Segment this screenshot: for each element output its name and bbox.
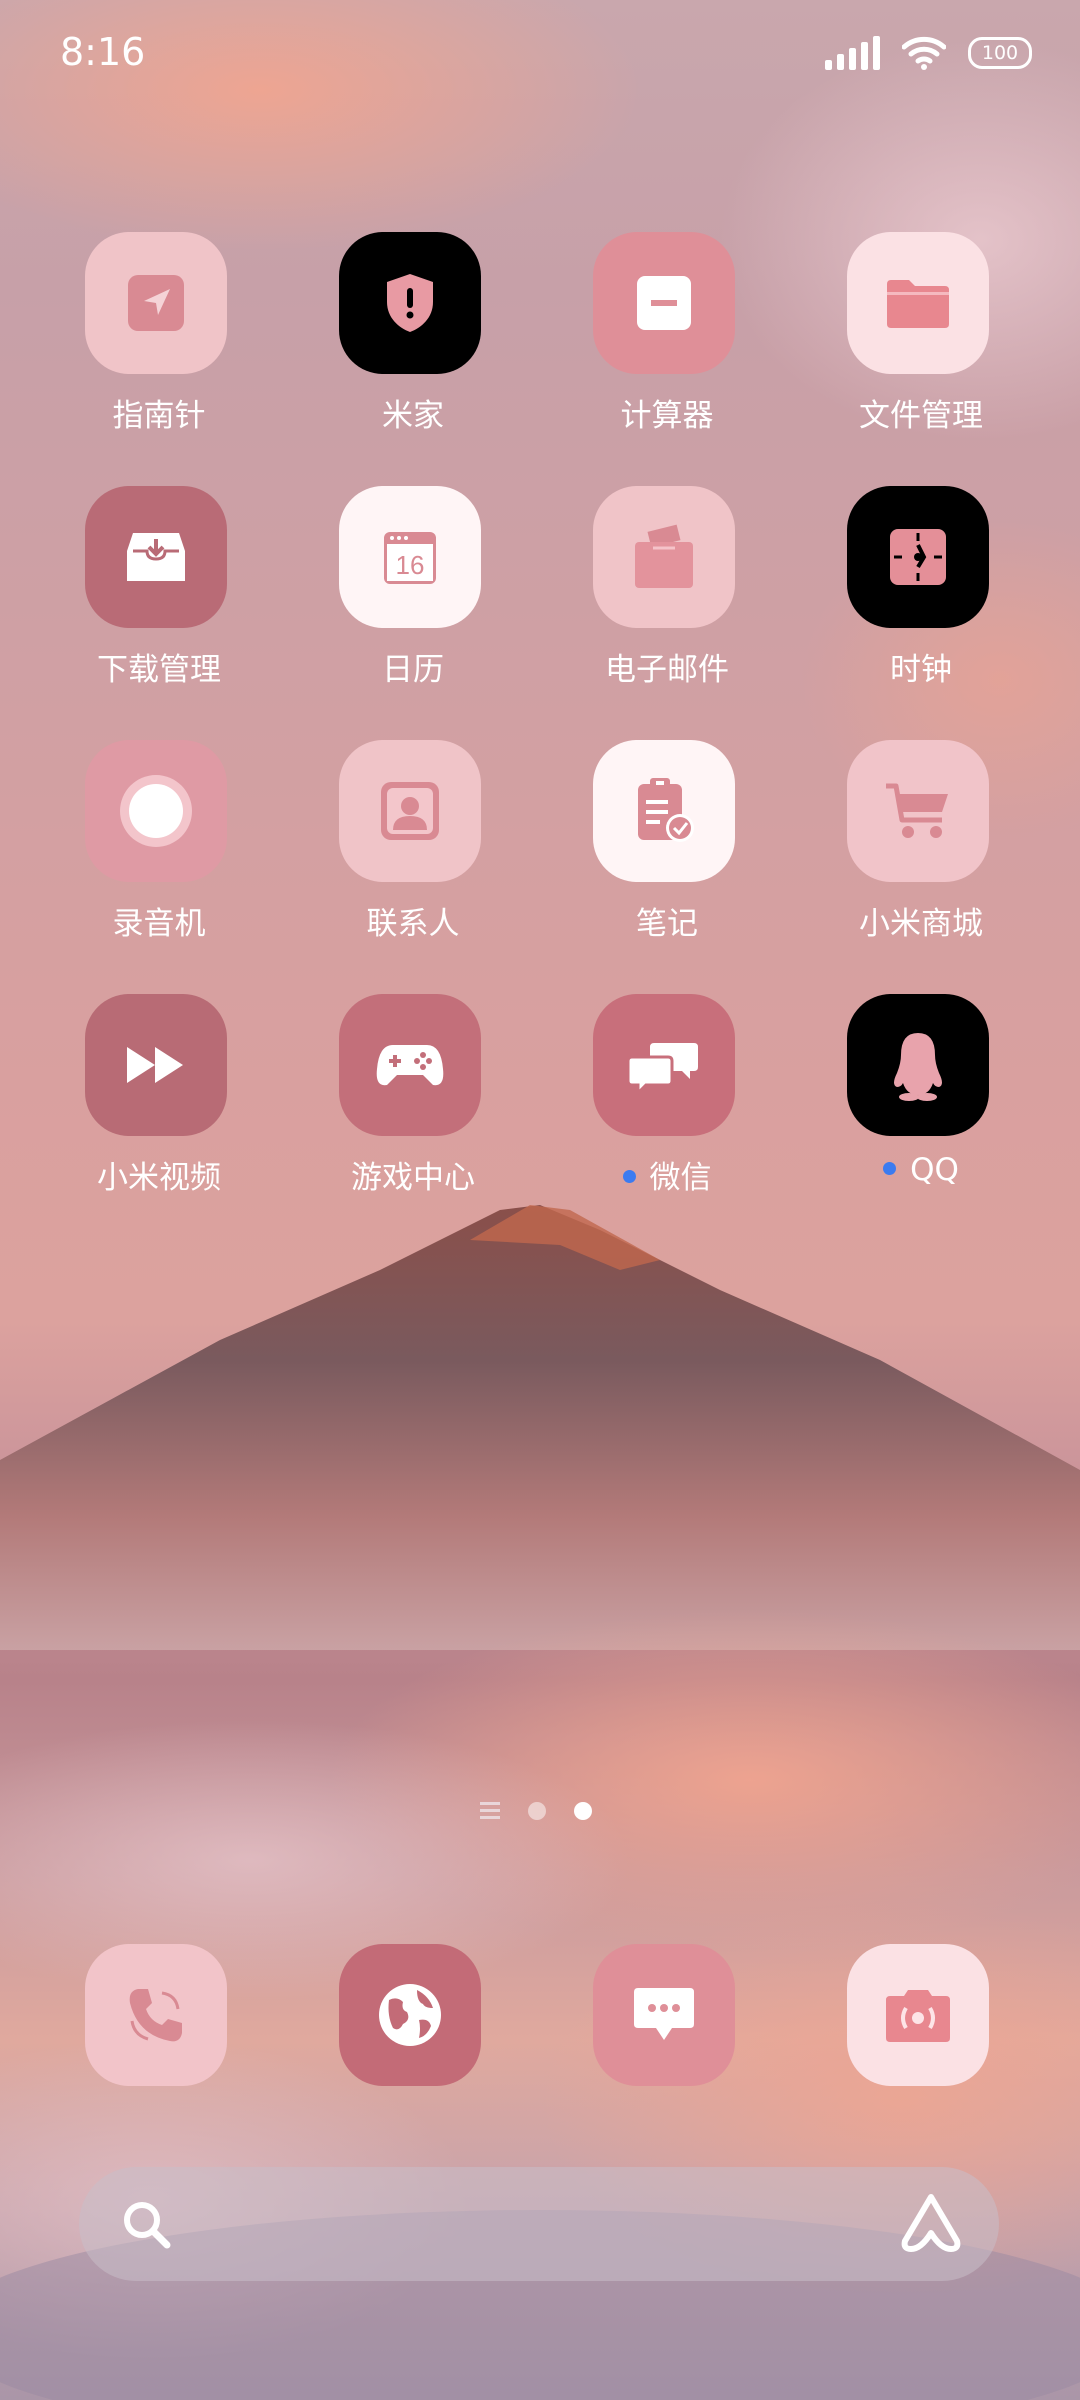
page-list-icon bbox=[480, 1802, 500, 1819]
app-notes[interactable]: 笔记 bbox=[540, 740, 794, 960]
recorder-icon[interactable] bbox=[85, 740, 227, 882]
app-mi-store[interactable]: 小米商城 bbox=[794, 740, 1048, 960]
calendar-date: 16 bbox=[396, 550, 425, 580]
status-icons: 100 bbox=[825, 36, 1032, 70]
app-calculator[interactable]: 计算器 bbox=[540, 232, 794, 452]
compass-icon[interactable] bbox=[85, 232, 227, 374]
dock bbox=[0, 1944, 1080, 2086]
app-label: 微信 bbox=[540, 1152, 794, 1197]
dock-browser[interactable] bbox=[286, 1944, 540, 2164]
wifi-icon bbox=[902, 36, 946, 70]
signal-icon bbox=[825, 36, 880, 70]
app-email[interactable]: 电子邮件 bbox=[540, 486, 794, 706]
calendar-icon[interactable]: 16 bbox=[339, 486, 481, 628]
app-contacts[interactable]: 联系人 bbox=[286, 740, 540, 960]
app-label: 录音机 bbox=[112, 906, 206, 942]
app-downloads[interactable]: 下载管理 bbox=[32, 486, 286, 706]
camera-icon[interactable] bbox=[847, 1944, 989, 2086]
battery-indicator: 100 bbox=[968, 37, 1032, 69]
cart-icon[interactable] bbox=[847, 740, 989, 882]
new-badge-dot bbox=[883, 1162, 897, 1175]
app-label: 电子邮件 bbox=[605, 652, 729, 688]
app-label: 日历 bbox=[382, 652, 444, 688]
dock-camera[interactable] bbox=[794, 1944, 1048, 2164]
app-wechat[interactable]: 微信 bbox=[540, 994, 794, 1214]
fast-forward-icon[interactable] bbox=[85, 994, 227, 1136]
app-qq[interactable]: QQ bbox=[794, 994, 1048, 1214]
chat-bubbles-icon[interactable] bbox=[593, 994, 735, 1136]
search-icon[interactable] bbox=[121, 2199, 173, 2251]
contact-icon[interactable] bbox=[339, 740, 481, 882]
page-dot-1[interactable] bbox=[528, 1802, 546, 1820]
mail-bag-icon[interactable] bbox=[593, 486, 735, 628]
app-label: 游戏中心 bbox=[351, 1160, 475, 1196]
app-label: 联系人 bbox=[366, 906, 460, 942]
clock-icon[interactable] bbox=[847, 486, 989, 628]
app-recorder[interactable]: 录音机 bbox=[32, 740, 286, 960]
phone-icon[interactable] bbox=[85, 1944, 227, 2086]
calculator-icon[interactable] bbox=[593, 232, 735, 374]
app-files[interactable]: 文件管理 bbox=[794, 232, 1048, 452]
shield-alert-icon[interactable] bbox=[339, 232, 481, 374]
app-clock[interactable]: 时钟 bbox=[794, 486, 1048, 706]
app-label: QQ bbox=[794, 1152, 1048, 1188]
app-label: 下载管理 bbox=[97, 652, 221, 688]
app-label: 文件管理 bbox=[859, 398, 983, 434]
status-time: 8:16 bbox=[60, 30, 146, 74]
new-badge-dot bbox=[622, 1170, 636, 1183]
page-indicator[interactable] bbox=[480, 1796, 600, 1826]
app-label: 小米视频 bbox=[97, 1160, 221, 1196]
app-label: 笔记 bbox=[636, 906, 698, 942]
penguin-icon[interactable] bbox=[847, 994, 989, 1136]
search-bar[interactable] bbox=[79, 2167, 999, 2281]
download-box-icon[interactable] bbox=[85, 486, 227, 628]
app-calendar[interactable]: 16 日历 bbox=[286, 486, 540, 706]
dock-messages[interactable] bbox=[540, 1944, 794, 2164]
folder-icon[interactable] bbox=[847, 232, 989, 374]
page-dot-2-active[interactable] bbox=[574, 1802, 592, 1820]
notes-icon[interactable] bbox=[593, 740, 735, 882]
app-mi-video[interactable]: 小米视频 bbox=[32, 994, 286, 1214]
globe-icon[interactable] bbox=[339, 1944, 481, 2086]
app-label: 计算器 bbox=[620, 398, 714, 434]
app-label: 米家 bbox=[382, 398, 444, 434]
app-label: 小米商城 bbox=[859, 906, 983, 942]
app-compass[interactable]: 指南针 bbox=[32, 232, 286, 452]
assistant-icon[interactable] bbox=[899, 2193, 963, 2253]
status-bar: 8:16 100 bbox=[0, 0, 1080, 110]
app-mijia[interactable]: 米家 bbox=[286, 232, 540, 452]
message-icon[interactable] bbox=[593, 1944, 735, 2086]
dock-phone[interactable] bbox=[32, 1944, 286, 2164]
app-label: 指南针 bbox=[112, 398, 206, 434]
gamepad-icon[interactable] bbox=[339, 994, 481, 1136]
app-game-center[interactable]: 游戏中心 bbox=[286, 994, 540, 1214]
app-label: 时钟 bbox=[890, 652, 952, 688]
